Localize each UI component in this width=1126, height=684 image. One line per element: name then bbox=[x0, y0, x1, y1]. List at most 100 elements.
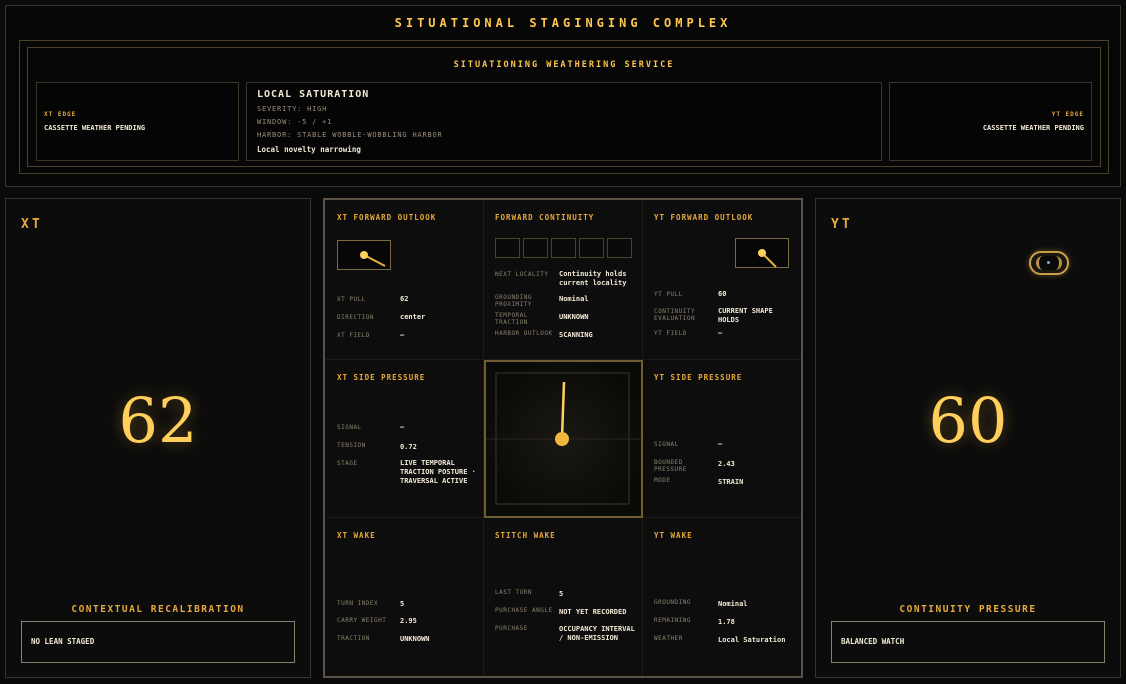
yt-edge-label: YT EDGE bbox=[1051, 111, 1084, 118]
grounding-proximity-label: GROUNDING PROXIMITY bbox=[495, 294, 533, 308]
local-note: Local novelty narrowing bbox=[257, 145, 361, 154]
xt-tag: XT bbox=[21, 217, 43, 232]
next-locality-value: Continuity holds current locality bbox=[559, 270, 627, 287]
yt-wake-cell: YT WAKE GROUNDING Nominal REMAINING 1.78… bbox=[643, 518, 801, 676]
yt-field-value: — bbox=[718, 329, 723, 337]
center-needle-icon bbox=[486, 372, 641, 505]
yt-panel: YT 60 CONTINUITY PRESSURE BALANCED WATCH bbox=[815, 198, 1121, 678]
purchase-angle-label: PURCHASE ANGLE bbox=[495, 607, 553, 614]
yt-pull-value: 60 bbox=[718, 290, 727, 298]
yt-mode-label: MODE bbox=[654, 477, 671, 484]
yt-side-title: YT SIDE PRESSURE bbox=[654, 373, 743, 382]
yt-mode-value: STRAIN bbox=[718, 478, 744, 486]
yt-weather-value: Local Saturation bbox=[718, 636, 786, 644]
weathering-service-frame: SITUATIONING WEATHERING SERVICE XT EDGE … bbox=[19, 40, 1109, 174]
yt-grounding-label: GROUNDING bbox=[654, 599, 692, 606]
xt-side-cell: XT SIDE PRESSURE SIGNAL — TENSION 0.72 S… bbox=[325, 360, 484, 518]
xt-tension-value: 0.72 bbox=[400, 443, 417, 451]
yt-grounding-value: Nominal bbox=[718, 600, 748, 608]
xt-edge-card: XT EDGE CASSETTE WEATHER PENDING bbox=[36, 82, 239, 161]
xt-edge-value: CASSETTE WEATHER PENDING bbox=[44, 124, 146, 132]
xt-pull-label: XT PULL bbox=[337, 296, 366, 303]
last-turn-value: 5 bbox=[559, 590, 564, 598]
toggle-dot bbox=[1047, 261, 1050, 264]
yt-remaining-value: 1.78 bbox=[718, 618, 735, 626]
yt-pull-label: YT PULL bbox=[654, 291, 683, 298]
xt-forward-cell: XT FORWARD OUTLOOK XT PULL 62 DIRECTION … bbox=[325, 200, 484, 360]
bounded-pressure-label: BOUNDED PRESSURE bbox=[654, 459, 687, 473]
xt-signal-value: — bbox=[400, 423, 405, 431]
continuity-slot-2 bbox=[523, 238, 548, 258]
purchase-angle-value: NOT YET RECORDED bbox=[559, 608, 627, 616]
xt-value: 62 bbox=[118, 384, 198, 457]
center-grid: XT FORWARD OUTLOOK XT PULL 62 DIRECTION … bbox=[323, 198, 803, 678]
last-turn-label: LAST TURN bbox=[495, 589, 533, 596]
carry-weight-label: CARRY WEIGHT bbox=[337, 617, 387, 624]
yt-watch-box[interactable]: BALANCED WATCH bbox=[831, 621, 1105, 663]
xt-wake-title: XT WAKE bbox=[337, 531, 376, 540]
xt-subtitle: CONTEXTUAL RECALIBRATION bbox=[71, 604, 245, 615]
continuity-slot-1 bbox=[495, 238, 520, 258]
grounding-proximity-value: Nominal bbox=[559, 295, 589, 303]
local-saturation-card: LOCAL SATURATION SEVERITY: HIGH WINDOW: … bbox=[246, 82, 882, 161]
stitch-wake-title: STITCH WAKE bbox=[495, 531, 556, 540]
xt-signal-label: SIGNAL bbox=[337, 424, 362, 431]
xt-direction-value: center bbox=[400, 313, 426, 321]
xt-pull-value: 62 bbox=[400, 295, 409, 303]
local-window: WINDOW: -5 / +1 bbox=[257, 118, 333, 126]
xt-tension-label: TENSION bbox=[337, 442, 366, 449]
capsule-toggle-icon[interactable] bbox=[1029, 251, 1069, 275]
service-title: SITUATIONING WEATHERING SERVICE bbox=[453, 60, 675, 70]
forward-continuity-cell: FORWARD CONTINUITY NEXT LOCALITY Continu… bbox=[484, 200, 643, 360]
xt-forward-gauge bbox=[337, 240, 391, 270]
yt-side-cell: YT SIDE PRESSURE SIGNAL — BOUNDED PRESSU… bbox=[643, 360, 801, 518]
xt-field-label: XT FIELD bbox=[337, 332, 370, 339]
harbor-outlook-value: SCANNING bbox=[559, 331, 593, 339]
stitch-wake-cell: STITCH WAKE LAST TURN 5 PURCHASE ANGLE N… bbox=[484, 518, 643, 676]
xt-forward-title: XT FORWARD OUTLOOK bbox=[337, 213, 437, 222]
yt-value: 60 bbox=[928, 384, 1008, 457]
forward-continuity-title: FORWARD CONTINUITY bbox=[495, 213, 595, 222]
local-title: LOCAL SATURATION bbox=[257, 89, 370, 100]
xt-traction-value: UNKNOWN bbox=[400, 635, 430, 643]
xt-traction-label: TRACTION bbox=[337, 635, 370, 642]
xt-direction-label: DIRECTION bbox=[337, 314, 375, 321]
continuity-slot-5 bbox=[607, 238, 632, 258]
yt-forward-needle-icon bbox=[758, 249, 777, 268]
yt-subtitle: CONTINUITY PRESSURE bbox=[899, 604, 1037, 615]
xt-stage-label: STAGE bbox=[337, 460, 358, 467]
yt-forward-gauge bbox=[735, 238, 789, 268]
temporal-traction-value: UNKNOWN bbox=[559, 313, 589, 321]
xt-lean-box[interactable]: NO LEAN STAGED bbox=[21, 621, 295, 663]
local-severity: SEVERITY: HIGH bbox=[257, 105, 328, 113]
yt-forward-title: YT FORWARD OUTLOOK bbox=[654, 213, 754, 222]
yt-tag: YT bbox=[831, 217, 853, 232]
next-locality-label: NEXT LOCALITY bbox=[495, 271, 549, 278]
yt-wake-title: YT WAKE bbox=[654, 531, 693, 540]
continuity-slot-3 bbox=[551, 238, 576, 258]
continuity-evaluation-label: CONTINUITY EVALUATION bbox=[654, 308, 696, 322]
situational-banner: SITUATIONAL STAGINGING COMPLEX SITUATION… bbox=[5, 5, 1121, 187]
local-harbor: HARBOR: STABLE WOBBLE-WOBBLING HARBOR bbox=[257, 131, 443, 139]
continuity-evaluation-value: CURRENT SHAPE HOLDS bbox=[718, 307, 773, 324]
yt-edge-card: YT EDGE CASSETTE WEATHER PENDING bbox=[889, 82, 1092, 161]
xt-wake-cell: XT WAKE TURN INDEX 5 CARRY WEIGHT 2.95 T… bbox=[325, 518, 484, 676]
xt-side-title: XT SIDE PRESSURE bbox=[337, 373, 426, 382]
harbor-outlook-label: HARBOR OUTLOOK bbox=[495, 330, 553, 337]
weathering-service-panel: SITUATIONING WEATHERING SERVICE XT EDGE … bbox=[27, 47, 1101, 167]
bounded-pressure-value: 2.43 bbox=[718, 460, 735, 468]
yt-signal-value: — bbox=[718, 440, 723, 448]
yt-signal-label: SIGNAL bbox=[654, 441, 679, 448]
turn-index-value: 5 bbox=[400, 600, 405, 608]
xt-panel: XT 62 CONTEXTUAL RECALIBRATION NO LEAN S… bbox=[5, 198, 311, 678]
center-dial[interactable] bbox=[484, 360, 643, 518]
yt-forward-cell: YT FORWARD OUTLOOK YT PULL 60 CONTINUITY… bbox=[643, 200, 801, 360]
continuity-slot-4 bbox=[579, 238, 604, 258]
purchase-value: OCCUPANCY INTERVAL / NON-EMISSION bbox=[559, 625, 635, 642]
temporal-traction-label: TEMPORAL TRACTION bbox=[495, 312, 528, 326]
xt-stage-value: LIVE TEMPORAL TRACTION POSTURE · TRAVERS… bbox=[400, 459, 476, 485]
xt-field-value: — bbox=[400, 331, 405, 339]
xt-edge-label: XT EDGE bbox=[44, 111, 77, 118]
xt-forward-needle-icon bbox=[360, 251, 386, 267]
turn-index-label: TURN INDEX bbox=[337, 600, 379, 607]
